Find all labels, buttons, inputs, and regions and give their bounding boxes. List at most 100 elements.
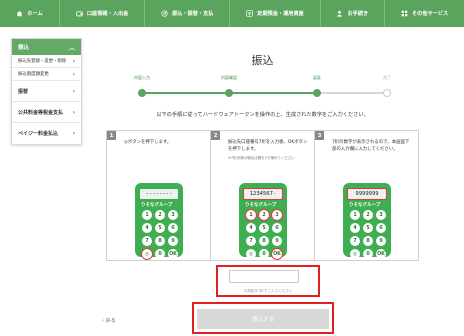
token-code-input[interactable] bbox=[229, 270, 299, 283]
step-number: 1 bbox=[107, 131, 116, 140]
token-key: 7 bbox=[142, 236, 152, 246]
step-label: 内容入力 bbox=[134, 75, 150, 80]
token-key: 5 bbox=[363, 223, 373, 233]
step-text: 7桁の数字が表示されるので、本画面下部の入力欄に入力してください。 bbox=[332, 140, 410, 152]
chevron-right-icon: › bbox=[321, 315, 323, 321]
token-key: 7 bbox=[350, 236, 360, 246]
nav-deposit[interactable]: 定期預金・運用資産 bbox=[230, 0, 321, 27]
nav-procedures-label: お手続き bbox=[347, 11, 369, 17]
nav-transfer[interactable]: 振込・振替・支払 bbox=[145, 0, 231, 27]
token-screen: -------- bbox=[140, 189, 178, 199]
sidebar-item-label: 振替 bbox=[18, 88, 29, 95]
sidebar-header-transfer[interactable]: 振込 ︿ bbox=[12, 39, 81, 55]
token-keypad: 1 2 3 4 5 6 7 8 9 ◎ 0 OK bbox=[350, 210, 386, 259]
token-key: ◎ bbox=[350, 249, 360, 259]
token-screen: 9999999 bbox=[347, 188, 387, 200]
token-key: 1 bbox=[142, 210, 152, 220]
step-auth: 認証 bbox=[287, 75, 347, 97]
step-dot bbox=[383, 89, 391, 97]
token-key-highlighted: 1 bbox=[246, 210, 256, 220]
nav-other-services-label: その他サービス bbox=[411, 11, 449, 17]
token-key: 5 bbox=[155, 223, 165, 233]
nav-home[interactable]: ホーム bbox=[0, 0, 60, 27]
nav-account-info-label: 口座情報・入出金 bbox=[86, 11, 129, 17]
token-key: 4 bbox=[246, 223, 256, 233]
progress-line-remaining bbox=[317, 92, 387, 94]
token-key: 3 bbox=[168, 210, 178, 220]
submit-transfer-button[interactable]: 振込する › bbox=[197, 309, 329, 329]
nav-account-info[interactable]: 口座情報・入出金 bbox=[60, 0, 146, 27]
token-key: ◎ bbox=[246, 249, 256, 259]
nav-other-services[interactable]: その他サービス bbox=[385, 0, 464, 27]
token-key: OK bbox=[168, 249, 178, 259]
page-body: 振込 ︿ 振込先登録・変更・削除 › 振込限度額変更 › 振替 › 公共料金等税… bbox=[0, 27, 464, 336]
token-key: 8 bbox=[259, 236, 269, 246]
progress-steps: 内容入力 内容確認 認証 完了 bbox=[100, 75, 425, 105]
token-key-highlighted: 3 bbox=[272, 210, 282, 220]
chevron-right-icon: › bbox=[72, 57, 75, 65]
chevron-right-icon: › bbox=[72, 87, 75, 95]
hardware-token-image: 9999999 りそなグループ 1 2 3 4 5 6 7 8 9 ◎ 0 OK bbox=[343, 183, 391, 259]
hardware-token-image: 1234567- りそなグループ 1 2 3 4 5 6 7 8 9 ◎ 0 O… bbox=[239, 183, 287, 259]
token-brand: りそなグループ bbox=[349, 203, 381, 208]
sidebar-item-furikae[interactable]: 振替 › bbox=[12, 81, 81, 102]
sidebar-item-label: 振込先登録・変更・削除 bbox=[18, 59, 67, 64]
nav-home-label: ホーム bbox=[27, 11, 43, 17]
submit-label: 振込する bbox=[251, 317, 274, 323]
instruction-step-1: 1 ◎ボタンを押下します。 -------- りそなグループ 1 2 3 4 5… bbox=[106, 130, 211, 261]
hardware-token-image: -------- りそなグループ 1 2 3 4 5 6 7 8 9 ◎ 0 O… bbox=[135, 183, 183, 259]
nav-procedures[interactable]: お手続き bbox=[321, 0, 386, 27]
token-key: 0 bbox=[259, 249, 269, 259]
token-key: 7 bbox=[246, 236, 256, 246]
input-hint: 半角数字7桁でご入力ください bbox=[243, 289, 293, 293]
token-key: 4 bbox=[350, 223, 360, 233]
instruction-step-2: 2 振込先口座番号7桁を入力後、OKボタンを押下します。 ※7桁未満の場合は頭を… bbox=[210, 130, 315, 261]
token-key: 6 bbox=[376, 223, 386, 233]
token-key: 2 bbox=[363, 210, 373, 220]
yen-icon bbox=[246, 10, 253, 17]
person-icon bbox=[336, 10, 343, 17]
chevron-right-icon: › bbox=[72, 130, 75, 137]
token-key: 1 bbox=[350, 210, 360, 220]
token-screen: 1234567- bbox=[243, 188, 283, 200]
nav-deposit-label: 定期預金・運用資産 bbox=[257, 11, 304, 17]
token-key: 9 bbox=[168, 236, 178, 246]
step-input: 内容入力 bbox=[112, 75, 172, 97]
chevron-right-icon: › bbox=[72, 108, 75, 116]
token-brand: りそなグループ bbox=[245, 203, 277, 208]
token-key: 9 bbox=[272, 236, 282, 246]
step-label: 認証 bbox=[313, 75, 321, 80]
token-key: 9 bbox=[376, 236, 386, 246]
step-label: 完了 bbox=[383, 75, 391, 80]
step-dot bbox=[138, 89, 146, 97]
step-number: 2 bbox=[211, 131, 220, 140]
sidebar-item-payeasy[interactable]: ペイジー料金払込 › bbox=[12, 123, 81, 144]
step-label: 内容確認 bbox=[221, 75, 237, 80]
step-note: ※7桁未満の場合は頭を0で埋めてください bbox=[228, 156, 295, 160]
back-label: 戻る bbox=[105, 318, 116, 324]
token-key: 0 bbox=[155, 249, 165, 259]
back-link[interactable]: ‹ 戻る bbox=[102, 317, 116, 324]
step-number: 3 bbox=[315, 131, 324, 140]
chevron-up-icon: ︿ bbox=[68, 44, 75, 52]
step-complete: 完了 bbox=[357, 75, 417, 97]
token-key: 3 bbox=[376, 210, 386, 220]
token-key: 6 bbox=[168, 223, 178, 233]
main-panel: 振込 内容入力 内容確認 認証 完了 以下の手順に従ってハードウェアトークンを操… bbox=[100, 38, 425, 334]
token-brand: りそなグループ bbox=[141, 203, 173, 208]
home-icon bbox=[16, 10, 23, 17]
transfer-icon bbox=[161, 10, 168, 17]
sidebar-item-limit-change[interactable]: 振込限度額変更 › bbox=[12, 68, 81, 81]
chevron-right-icon: › bbox=[72, 70, 75, 78]
token-keypad: 1 2 3 4 5 6 7 8 9 ◎ 0 OK bbox=[142, 210, 178, 259]
sidebar-item-payee-registration[interactable]: 振込先登録・変更・削除 › bbox=[12, 55, 81, 68]
token-key: 4 bbox=[142, 223, 152, 233]
sidebar-item-label: ペイジー料金払込 bbox=[18, 131, 59, 137]
sidebar-item-label: 振込限度額変更 bbox=[18, 72, 49, 77]
sidebar-header-label: 振込 bbox=[18, 45, 30, 51]
token-key: 5 bbox=[259, 223, 269, 233]
token-key-highlighted: OK bbox=[272, 249, 282, 259]
sidebar-item-utility-payment[interactable]: 公共料金等税金支払 › bbox=[12, 102, 81, 123]
wallet-icon bbox=[76, 10, 83, 17]
step-dot bbox=[313, 89, 321, 97]
